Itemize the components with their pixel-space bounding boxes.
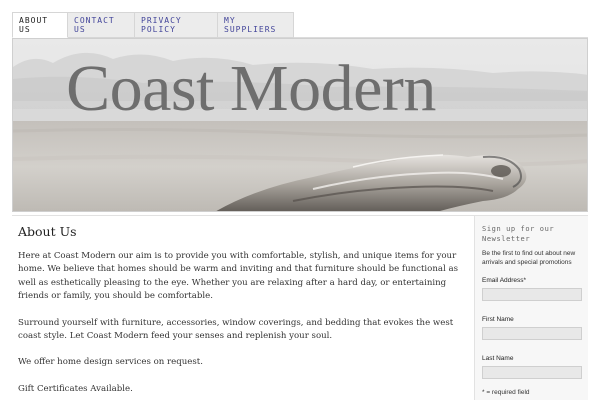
tab-contact-us-line2: Us <box>74 25 86 34</box>
main-content: About Us Here at Coast Modern our aim is… <box>12 216 474 400</box>
tab-my-suppliers-line2: Suppliers <box>224 25 277 34</box>
tab-about-us-line2: Us <box>19 25 31 34</box>
first-name-field[interactable] <box>482 327 582 340</box>
tab-privacy-policy-line2: Policy <box>141 25 176 34</box>
paragraph-gift-certificates: Gift Certificates Available. <box>18 383 133 394</box>
last-name-label: Last Name <box>482 355 514 362</box>
tab-privacy-policy-line1: Privacy <box>141 16 182 25</box>
newsletter-intro: Be the first to find out about new arriv… <box>482 250 576 266</box>
first-name-label: First Name <box>482 316 514 323</box>
newsletter-title: Sign up for our Newsletter <box>482 225 555 243</box>
nav-tabs: About Us Contact Us Privacy Policy My Su… <box>12 12 294 38</box>
paragraph-intro: Here at Coast Modern our aim is to provi… <box>18 251 459 302</box>
last-name-field[interactable] <box>482 366 582 379</box>
tab-contact-us[interactable]: Contact Us <box>68 12 135 38</box>
email-label: Email Address* <box>482 277 527 284</box>
tab-about-us-line1: About <box>19 16 49 25</box>
tab-privacy-policy[interactable]: Privacy Policy <box>135 12 218 38</box>
tab-about-us[interactable]: About Us <box>12 12 68 38</box>
tab-my-suppliers[interactable]: My Suppliers <box>218 12 294 38</box>
site-logo-title: Coast Modern <box>66 52 436 125</box>
email-field[interactable] <box>482 288 582 301</box>
page-title: About Us <box>18 224 77 239</box>
newsletter-sidebar: Sign up for our Newsletter Be the first … <box>474 216 588 400</box>
paragraph-design-services: We offer home design services on request… <box>18 357 203 368</box>
required-field-note: * = required field <box>482 389 530 396</box>
header-banner: Coast Modern <box>12 38 588 212</box>
tab-contact-us-line1: Contact <box>74 16 115 25</box>
paragraph-style: Surround yourself with furniture, access… <box>18 317 454 342</box>
tab-my-suppliers-line1: My <box>224 16 236 25</box>
